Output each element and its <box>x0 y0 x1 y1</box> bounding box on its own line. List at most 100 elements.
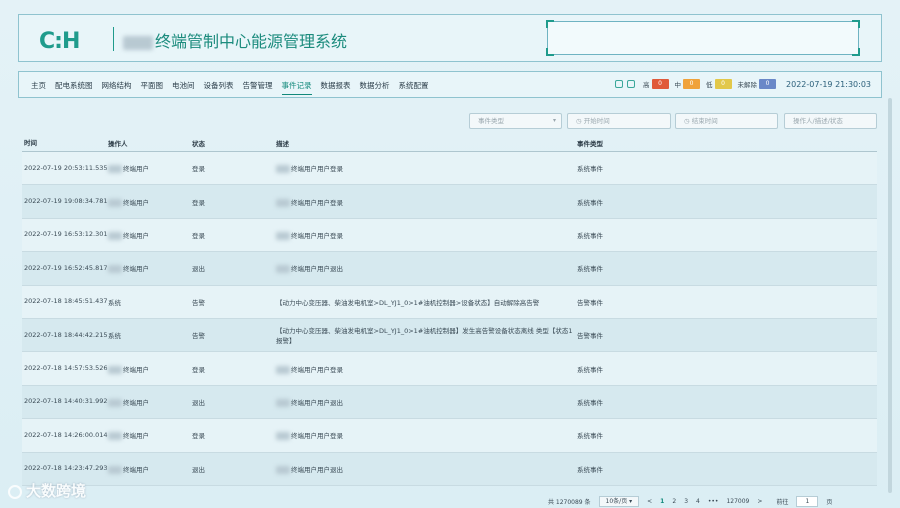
redacted-text <box>276 198 290 207</box>
cell-time: 2022-07-18 18:45:51.437 <box>22 296 108 307</box>
cell-event-type-text: 系统事件 <box>577 398 603 407</box>
nav-item[interactable]: 平面图 <box>141 80 164 95</box>
nav-item[interactable]: 事件记录 <box>281 80 312 95</box>
redacted-text <box>108 231 122 240</box>
table-row[interactable]: 2022-07-18 18:45:51.437 系统 告警 【动力中心变压器、柴油发电… <box>22 285 877 319</box>
start-time-input[interactable]: ◷ 开始时间 <box>567 113 671 129</box>
cell-operator: 终端用户 <box>108 263 192 274</box>
settings-icon[interactable] <box>615 80 624 88</box>
cell-event-type: 系统事件 <box>577 430 877 440</box>
cell-time-text: 2022-07-18 18:44:42.215 <box>24 330 108 339</box>
table-row[interactable]: 2022-07-18 14:23:47.293 终端用户 退出 终端用户用户退出 系统事… <box>22 452 877 486</box>
cell-event-type-text: 告警事件 <box>577 332 603 341</box>
redacted-text <box>108 198 122 207</box>
cell-description: 【动力中心变压器、柴油发电机室>DL_YJ1_0>1#油机控制器】发生高告警设备… <box>276 325 577 345</box>
status-area: 高 0 中 0 低 0 未解除 0 2022-07-19 21:30:03 <box>615 79 871 89</box>
table-row[interactable]: 2022-07-19 16:53:12.301 终端用户 登录 终端用户用户登录 系统事… <box>22 218 877 253</box>
cell-description-text: 终端用户用户登录 <box>291 198 343 207</box>
cell-operator: 终端用户 <box>108 464 192 474</box>
chevron-down-icon: ▾ <box>552 117 556 124</box>
page-size-select[interactable]: 10条/页 ▾ <box>598 496 640 507</box>
cell-description-text: 【动力中心变压器、柴油发电机室>DL_YJ1_0>1#油机控制器】发生高告警设备… <box>276 327 573 346</box>
redacted-text <box>108 265 122 274</box>
watermark-text: 大数跨境 <box>26 482 87 500</box>
table-row[interactable]: 2022-07-18 18:44:42.215 系统 告警 【动力中心变压器、柴油发电… <box>22 318 877 353</box>
cell-status-text: 登录 <box>192 198 205 207</box>
redacted-text <box>276 398 290 407</box>
nav-item[interactable]: 主页 <box>31 80 46 95</box>
end-time-input[interactable]: ◷ 结束时间 <box>675 113 778 129</box>
app-frame: C:H 终端管制中心能源管理系统 主页 配电系统图 网络结构 平面图 电池间 设备列表 告警… <box>0 0 900 508</box>
header-description: 描述 <box>276 140 289 148</box>
alarm-level-label: 未解除 <box>737 81 758 89</box>
cell-description: 终端用户用户登录 <box>276 163 577 174</box>
cell-status-text: 退出 <box>192 398 205 407</box>
page-number-button[interactable]: 1 <box>660 498 664 505</box>
table-row[interactable]: 2022-07-19 20:53:11.535 终端用户 登录 终端用户用户登录 系统事… <box>22 152 877 186</box>
page-number-button[interactable]: 4 <box>696 498 700 505</box>
cell-event-type-text: 系统事件 <box>577 198 603 207</box>
nav-bar: 主页 配电系统图 网络结构 平面图 电池间 设备列表 告警管理 事件记录 数据报表 数据分析 系统配… <box>18 71 882 98</box>
cell-event-type: 系统事件 <box>577 197 877 207</box>
page-ellipsis[interactable]: ••• <box>708 498 719 505</box>
end-time-placeholder: 结束时间 <box>691 117 718 125</box>
alarm-count-badge[interactable]: 0 <box>714 79 732 89</box>
cell-description: 终端用户用户退出 <box>276 397 577 407</box>
corner-decoration <box>546 20 554 28</box>
cell-time: 2022-07-18 14:40:31.992 <box>22 396 108 407</box>
cell-event-type: 系统事件 <box>577 230 877 240</box>
cell-operator-text: 系统 <box>108 332 121 341</box>
alarm-count-badge[interactable]: 0 <box>759 79 777 89</box>
header-status: 状态 <box>192 140 205 148</box>
page-number-button[interactable]: 3 <box>684 498 688 505</box>
corner-decoration <box>546 48 554 56</box>
cell-status: 告警 <box>192 297 276 307</box>
cell-event-type: 系统事件 <box>577 263 877 273</box>
cell-status: 退出 <box>192 263 276 273</box>
nav-item[interactable]: 设备列表 <box>204 80 234 95</box>
cell-description-text: 终端用户用户退出 <box>291 465 343 474</box>
cell-time: 2022-07-19 16:52:45.817 <box>22 263 108 274</box>
cell-description-text: 终端用户用户登录 <box>291 231 343 240</box>
cell-operator: 终端用户 <box>108 163 192 174</box>
nav-item[interactable]: 数据分析 <box>360 80 390 95</box>
cell-description-text: 【动力中心变压器、柴油发电机室>DL_YJ1_0>1#油机控制器>设备状态】自动… <box>276 298 540 307</box>
cell-event-type-text: 系统事件 <box>577 231 603 240</box>
event-type-select[interactable]: 事件类型 ▾ <box>469 113 562 129</box>
next-page-button[interactable]: > <box>757 498 762 505</box>
cell-operator: 系统 <box>108 297 192 307</box>
nav-item[interactable]: 数据报表 <box>321 80 351 95</box>
last-page-button[interactable]: 127009 <box>726 498 749 505</box>
goto-page-input[interactable]: 1 <box>796 496 819 507</box>
cell-event-type: 告警事件 <box>577 297 877 307</box>
alarm-count-badge[interactable]: 0 <box>651 79 669 89</box>
cell-status: 登录 <box>192 230 276 240</box>
table-row[interactable]: 2022-07-18 14:40:31.992 终端用户 退出 终端用户用户退出 系统事… <box>22 385 877 420</box>
nav-item[interactable]: 电池间 <box>172 80 195 95</box>
cell-operator: 系统 <box>108 330 192 340</box>
alarm-count-badge[interactable]: 0 <box>683 79 701 89</box>
event-type-placeholder: 事件类型 <box>478 117 504 125</box>
logo: C:H <box>39 29 80 54</box>
table-row[interactable]: 2022-07-18 14:26:00.014 终端用户 登录 终端用户用户登录 系统事… <box>22 419 877 453</box>
prev-page-button[interactable]: < <box>647 498 652 505</box>
watermark: 大数跨境 <box>8 480 86 501</box>
table-row[interactable]: 2022-07-18 14:57:53.526 终端用户 登录 终端用户用户登录 系统事… <box>22 352 877 386</box>
nav-item[interactable]: 告警管理 <box>243 80 273 95</box>
nav-item[interactable]: 网络结构 <box>102 80 132 95</box>
cell-time-text: 2022-07-18 14:57:53.526 <box>24 364 108 373</box>
screen-icon[interactable] <box>627 80 636 88</box>
redacted-text <box>276 432 290 441</box>
table-row[interactable]: 2022-07-19 16:52:45.817 终端用户 退出 终端用户用户退出 系统事… <box>22 252 877 286</box>
cell-time-text: 2022-07-19 16:53:12.301 <box>24 230 108 239</box>
search-input[interactable]: 操作人/描述/状态 <box>784 113 877 129</box>
cell-operator-text: 终端用户 <box>123 198 149 207</box>
nav-item[interactable]: 配电系统图 <box>55 80 93 95</box>
page-number-button[interactable]: 2 <box>672 498 676 505</box>
cell-status: 登录 <box>192 430 276 440</box>
cell-description: 终端用户用户登录 <box>276 230 577 240</box>
scrollbar[interactable] <box>888 98 892 493</box>
nav-item[interactable]: 系统配置 <box>399 80 429 95</box>
table-row[interactable]: 2022-07-19 19:08:34.781 终端用户 登录 终端用户用户登录 系统事… <box>22 185 877 219</box>
cell-operator-text: 终端用户 <box>123 231 149 240</box>
